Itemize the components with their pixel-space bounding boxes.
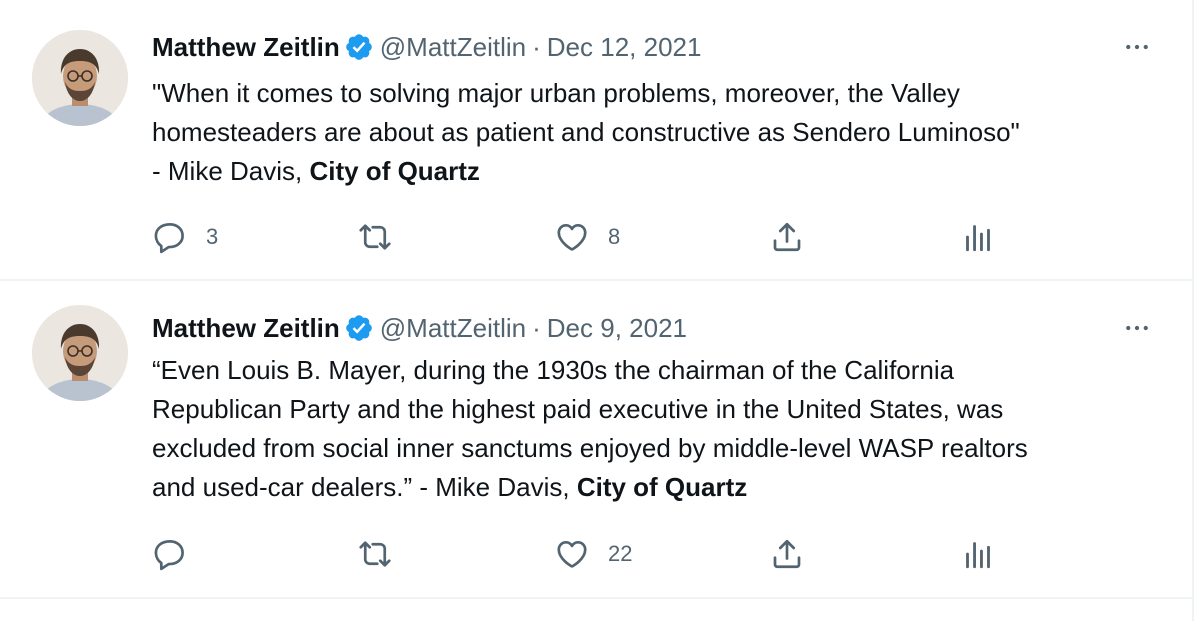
tweet-text-line: "When it comes to solving major urban pr… xyxy=(152,78,960,108)
like-count: 8 xyxy=(608,224,621,249)
reply-button[interactable]: 3 xyxy=(152,217,218,257)
tweet-text: “Even Louis B. Mayer, during the 1930s t… xyxy=(152,351,1167,507)
analytics-icon xyxy=(960,219,996,255)
analytics-icon xyxy=(960,536,996,572)
tweet-header: Matthew Zeitlin @MattZeitlin · Dec 9, 20… xyxy=(152,311,687,345)
book-title: City of Quartz xyxy=(576,472,748,502)
more-dots-icon[interactable] xyxy=(1120,311,1154,345)
share-button[interactable] xyxy=(769,534,805,574)
heart-icon xyxy=(554,219,590,255)
tweet-text-line: “Even Louis B. Mayer, during the 1930s t… xyxy=(152,355,955,385)
tweet[interactable]: Matthew Zeitlin @MattZeitlin · Dec 12, 2… xyxy=(0,0,1192,281)
tweet-text: "When it comes to solving major urban pr… xyxy=(152,74,1167,191)
avatar[interactable] xyxy=(32,30,128,126)
tweet-date[interactable]: Dec 9, 2021 xyxy=(547,313,687,344)
reply-icon xyxy=(152,219,188,255)
retweet-icon xyxy=(357,219,393,255)
book-title: City of Quartz xyxy=(309,156,480,186)
heart-icon xyxy=(554,536,590,572)
tweet-header: Matthew Zeitlin @MattZeitlin · Dec 12, 2… xyxy=(152,30,701,64)
author-handle[interactable]: @MattZeitlin xyxy=(380,313,526,344)
share-icon xyxy=(769,219,805,255)
tweet-text-line: Republican Party and the highest paid ex… xyxy=(152,394,1004,424)
retweet-button[interactable] xyxy=(357,534,411,574)
verified-badge-icon xyxy=(344,32,374,62)
share-icon xyxy=(769,536,805,572)
tweet-text-attribution: - Mike Davis, xyxy=(152,156,310,186)
author-name[interactable]: Matthew Zeitlin xyxy=(152,313,340,344)
tweet-actions: 22 xyxy=(152,534,1052,574)
reply-count: 3 xyxy=(206,224,219,249)
like-button[interactable]: 8 xyxy=(554,217,620,257)
reply-button[interactable] xyxy=(152,534,206,574)
author-handle[interactable]: @MattZeitlin xyxy=(380,32,526,63)
verified-badge-icon xyxy=(344,313,374,343)
retweet-button[interactable] xyxy=(357,217,411,257)
tweet-date[interactable]: Dec 12, 2021 xyxy=(547,32,702,63)
tweet-text-line: excluded from social inner sanctums enjo… xyxy=(152,433,1028,463)
analytics-button[interactable] xyxy=(960,217,996,257)
tweet-actions: 3 8 xyxy=(152,217,1052,257)
more-dots-icon[interactable] xyxy=(1120,30,1154,64)
avatar[interactable] xyxy=(32,305,128,401)
retweet-icon xyxy=(357,536,393,572)
tweet-text-line: homesteaders are about as patient and co… xyxy=(152,117,1020,147)
like-button[interactable]: 22 xyxy=(554,534,632,574)
timeline-right-border xyxy=(1192,0,1194,621)
separator-dot: · xyxy=(532,31,541,62)
share-button[interactable] xyxy=(769,217,805,257)
tweet[interactable]: Matthew Zeitlin @MattZeitlin · Dec 9, 20… xyxy=(0,281,1192,599)
author-name[interactable]: Matthew Zeitlin xyxy=(152,32,340,63)
separator-dot: · xyxy=(532,312,541,343)
analytics-button[interactable] xyxy=(960,534,996,574)
reply-icon xyxy=(152,536,188,572)
tweet-text-attribution: and used-car dealers.” - Mike Davis, xyxy=(152,472,577,502)
like-count: 22 xyxy=(608,541,633,566)
